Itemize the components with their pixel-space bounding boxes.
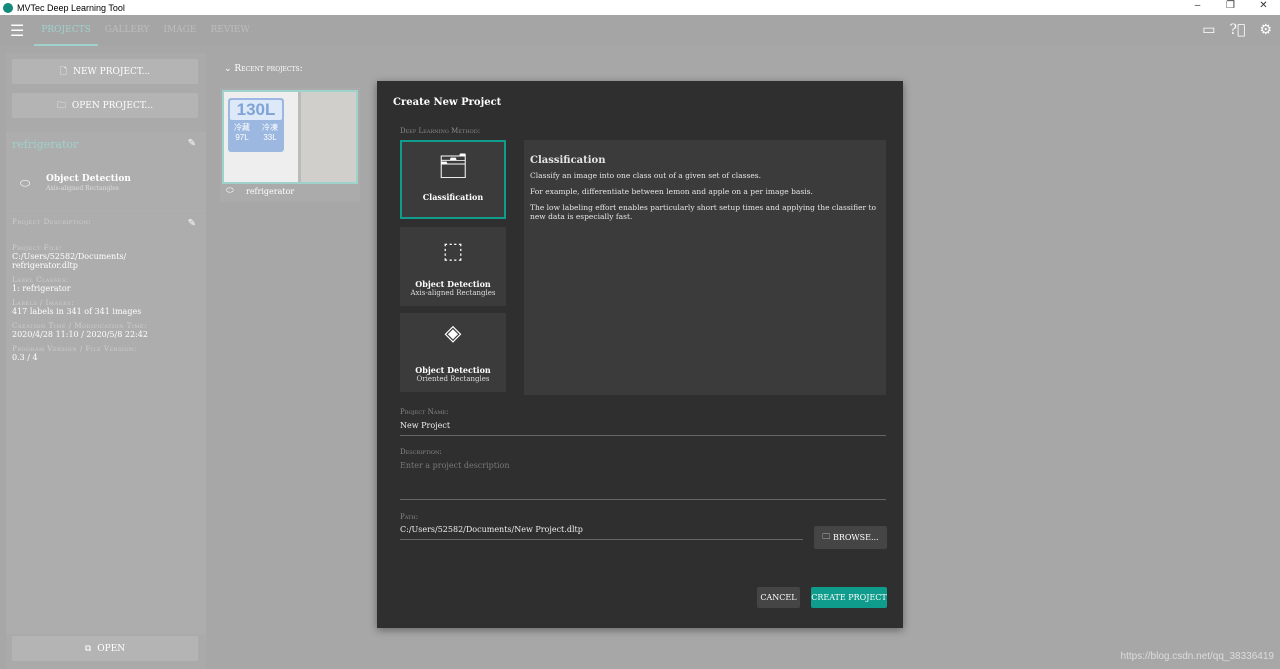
labels-value: 417 labels in 341 of 341 images [12,307,142,316]
open-label: OPEN [97,643,126,654]
watermark: https://blog.csdn.net/qq_38336419 [1120,651,1274,662]
method-label: Deep Learning Method: [400,127,481,135]
project-name-input[interactable]: New Project [400,421,886,436]
menu-icon[interactable]: ☰ [10,21,24,40]
new-project-button[interactable]: 🗋 NEW PROJECT... [12,59,198,84]
sidebar: 🗋 NEW PROJECT... 🗀 OPEN PROJECT... refrige… [6,53,206,669]
gear-icon[interactable]: ⚙ [1259,22,1272,38]
classes-label: Label Classes: [12,276,69,284]
tab-projects[interactable]: PROJECTS [34,15,98,46]
open-project-label: OPEN PROJECT... [71,100,154,111]
method-object-detection-axis[interactable]: ⬚ Object Detection Axis-aligned Rectangl… [400,227,506,306]
folder-icon: 🗀 [822,531,833,541]
thumb-a2: 97L [235,133,249,142]
recent-projects-header[interactable]: ⌄ Recent projects: [224,64,303,74]
object-detection-icon: ⬭ [20,176,31,190]
project-method: Object Detection [46,174,131,184]
minimize-button[interactable]: – [1181,0,1214,11]
description-text: Classify an image into one class out of … [530,171,762,180]
classification-icon: 🗂 [437,152,469,180]
open-external-icon: ⧉ [84,643,92,654]
method-classification[interactable]: 🗂 Classification [400,140,506,219]
method-sub: Axis-aligned Rectangles [410,289,496,297]
edit-name-icon[interactable]: ✎ [188,138,196,149]
file-label: Project File: [12,244,63,252]
app-bar: ☰ PROJECTS GALLERY IMAGE REVIEW ▭ ?⃝ ⚙ [0,15,1280,46]
tab-image[interactable]: IMAGE [156,15,203,46]
chevron-down-icon: ⌄ [224,64,235,74]
method-sub: Oriented Rectangles [416,375,490,383]
project-name-label: Project Name: [400,408,449,416]
object-detection-icon: ⬚ [442,239,464,264]
description-text: For example, differentiate between lemon… [530,187,813,196]
version-value: 0.3 / 4 [12,353,38,362]
folder-icon: 🗀 [56,100,66,111]
app-logo-icon [3,2,13,13]
project-thumbnail: 130L 冷藏 97L 冷凍 33L [222,90,358,184]
recent-project-card[interactable]: 130L 冷藏 97L 冷凍 33L ⬭ refrigerator [220,88,360,202]
project-method-sub: Axis-aligned Rectangles [46,185,119,192]
thumb-b2: 33L [263,133,277,142]
description-title: Classification [530,155,606,166]
title-bar: MVTec Deep Learning Tool – ❐ ✕ [0,0,1280,15]
edit-description-icon[interactable]: ✎ [188,218,196,229]
project-name: refrigerator [12,138,79,151]
project-summary: refrigerator ✎ ⬭ Object Detection Axis-a… [6,132,206,213]
new-file-icon: 🗋 [59,66,68,77]
description-input[interactable]: Enter a project description [400,461,886,500]
recent-label: Recent projects: [234,64,303,74]
oriented-detection-icon: ◈ [444,321,462,346]
time-label: Creation Time / Modification Time: [12,322,147,330]
object-detection-icon: ⬭ [226,186,234,196]
path-label: Path: [400,513,419,521]
thumb-capacity: 130L [230,100,282,120]
create-project-button[interactable]: CREATE PROJECT [811,587,887,608]
browse-label: BROWSE... [832,533,879,542]
thumb-b: 冷凍 [262,123,278,132]
time-value: 2020/4/28 11:10 / 2020/5/8 22:42 [12,330,148,339]
file-value: C:/Users/52582/Documents/ refrigerator.d… [12,252,127,270]
open-project-button[interactable]: 🗀 OPEN PROJECT... [12,93,198,118]
project-details: Project Description: ✎ Project File: C:/… [6,214,206,634]
labels-label: Labels / Images: [12,299,75,307]
feedback-icon[interactable]: ▭ [1202,22,1215,38]
browse-button[interactable]: 🗀 BROWSE... [814,526,887,549]
tab-review[interactable]: REVIEW [203,15,256,46]
method-title: Object Detection [415,279,491,289]
close-button[interactable]: ✕ [1247,0,1280,11]
cancel-button[interactable]: CANCEL [757,587,800,608]
dialog-title: Create New Project [393,97,502,108]
version-label: Program Version / File Version: [12,345,137,353]
thumb-a: 冷藏 [234,123,250,132]
open-button[interactable]: ⧉ OPEN [12,636,198,661]
method-object-detection-oriented[interactable]: ◈ Object Detection Oriented Rectangles [400,313,506,392]
description-label: Description: [400,448,442,456]
new-project-label: NEW PROJECT... [73,66,151,77]
restore-button[interactable]: ❐ [1214,0,1247,11]
path-input[interactable]: C:/Users/52582/Documents/New Project.dlt… [400,525,803,540]
create-project-dialog: Create New Project Deep Learning Method:… [377,81,903,628]
tab-gallery[interactable]: GALLERY [98,15,157,46]
method-title: Classification [422,192,484,202]
classes-value: 1: refrigerator [12,284,71,293]
method-description: Classification Classify an image into on… [524,140,886,395]
recent-project-name: refrigerator [246,187,295,196]
description-label: Project Description: [12,218,92,226]
help-icon[interactable]: ?⃝ [1230,22,1246,38]
description-text: The low labeling effort enables particul… [530,203,877,221]
method-title: Object Detection [415,365,491,375]
window-title: MVTec Deep Learning Tool [17,2,125,13]
